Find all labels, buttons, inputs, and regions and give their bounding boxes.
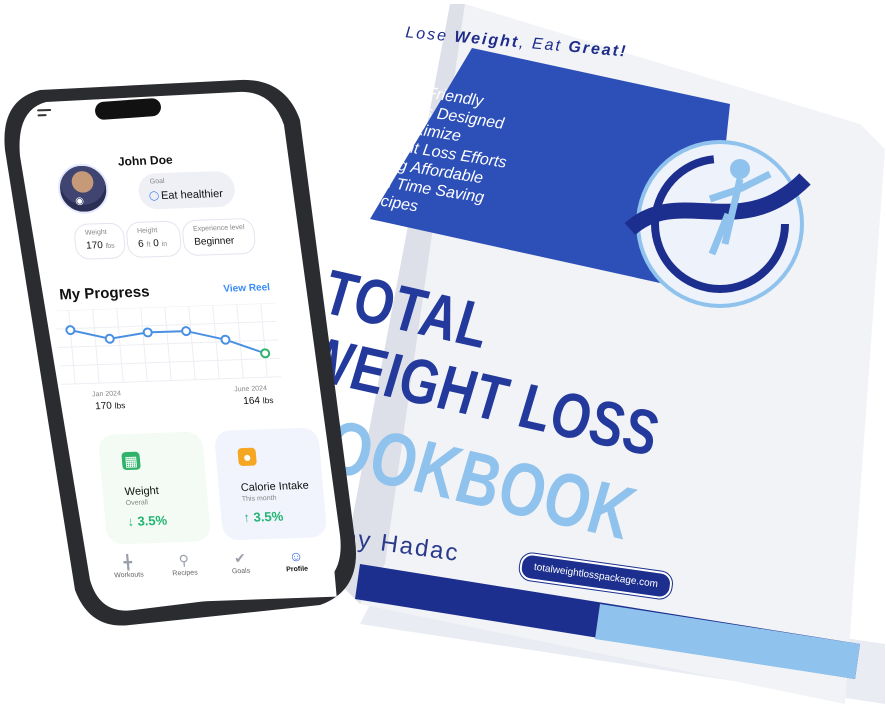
chart-end-label: June 2024 xyxy=(233,385,268,394)
data-point[interactable] xyxy=(104,333,115,344)
data-point[interactable] xyxy=(260,348,271,359)
cookbook-cover: Lose Weight, Eat Great! Macro Friendly R… xyxy=(279,4,885,704)
dumbbell-icon: ╋ xyxy=(122,553,133,571)
nav-label: Goals xyxy=(231,567,251,576)
weight-metric-card[interactable]: ▦ Weight Overall ↓ 3.5% xyxy=(97,431,212,545)
weight-label: Weight xyxy=(84,228,108,237)
experience-card[interactable]: Experience level Beginner xyxy=(181,217,257,257)
bottom-nav: ╋ Workouts ⚲ Recipes ✔ Goals ☺ Profile xyxy=(102,546,337,605)
goal-value: Eat healthier xyxy=(160,187,224,203)
nav-label: Workouts xyxy=(113,571,145,580)
camera-icon[interactable]: ◉ xyxy=(75,196,85,207)
progress-chart xyxy=(54,303,282,385)
height-label: Height xyxy=(136,227,158,235)
menu-icon[interactable] xyxy=(37,108,52,119)
goal-card[interactable]: Goal ◯ Eat healthier xyxy=(137,170,237,210)
view-reel-link[interactable]: View Reel xyxy=(223,282,271,295)
nav-profile[interactable]: ☺ Profile xyxy=(270,547,322,574)
metric-sub: Overall xyxy=(125,499,149,508)
weight-value: 170 lbs xyxy=(85,240,115,252)
scale-icon: ▦ xyxy=(121,451,141,471)
experience-label: Experience level xyxy=(192,224,245,233)
metric-title: Calorie Intake xyxy=(240,479,310,495)
metric-sub: This month xyxy=(241,494,277,503)
chart-start-value: 170 lbs xyxy=(94,400,126,413)
data-point[interactable] xyxy=(181,326,192,337)
user-name: John Doe xyxy=(117,152,174,169)
avatar[interactable] xyxy=(55,163,111,215)
data-point[interactable] xyxy=(65,325,76,336)
progress-title: My Progress xyxy=(58,283,151,304)
nav-recipes[interactable]: ⚲ Recipes xyxy=(158,551,210,578)
app-screen: ◉ John Doe Goal ◯ Eat healthier Weight 1… xyxy=(22,88,368,617)
height-card[interactable]: Height 6 ft 0 in xyxy=(125,220,183,259)
nav-workouts[interactable]: ╋ Workouts xyxy=(102,553,154,580)
weight-card[interactable]: Weight 170 lbs xyxy=(73,222,127,260)
metric-value: ↑ 3.5% xyxy=(242,508,284,525)
data-point[interactable] xyxy=(220,334,231,345)
chart-end-value: 164 lbs xyxy=(242,395,274,408)
nav-label: Profile xyxy=(285,565,309,574)
data-point[interactable] xyxy=(142,327,153,338)
smartphone: ◉ John Doe Goal ◯ Eat healthier Weight 1… xyxy=(0,70,360,630)
experience-value: Beginner xyxy=(193,235,235,248)
goal-icon: ◯ xyxy=(148,190,160,201)
goal-label: Goal xyxy=(149,177,165,186)
chart-start-label: Jan 2024 xyxy=(91,390,122,399)
nav-label: Recipes xyxy=(172,569,199,578)
height-value: 6 ft 0 in xyxy=(137,238,168,250)
calorie-metric-card[interactable]: ● Calorie Intake This month ↑ 3.5% xyxy=(213,427,328,541)
check-circle-icon: ✔ xyxy=(233,549,247,567)
spatula-icon: ⚲ xyxy=(178,551,190,569)
nav-goals[interactable]: ✔ Goals xyxy=(214,549,266,576)
person-icon: ☺ xyxy=(288,547,304,565)
metric-value: ↓ 3.5% xyxy=(126,512,168,529)
metric-title: Weight xyxy=(124,484,160,499)
food-icon: ● xyxy=(237,447,257,467)
